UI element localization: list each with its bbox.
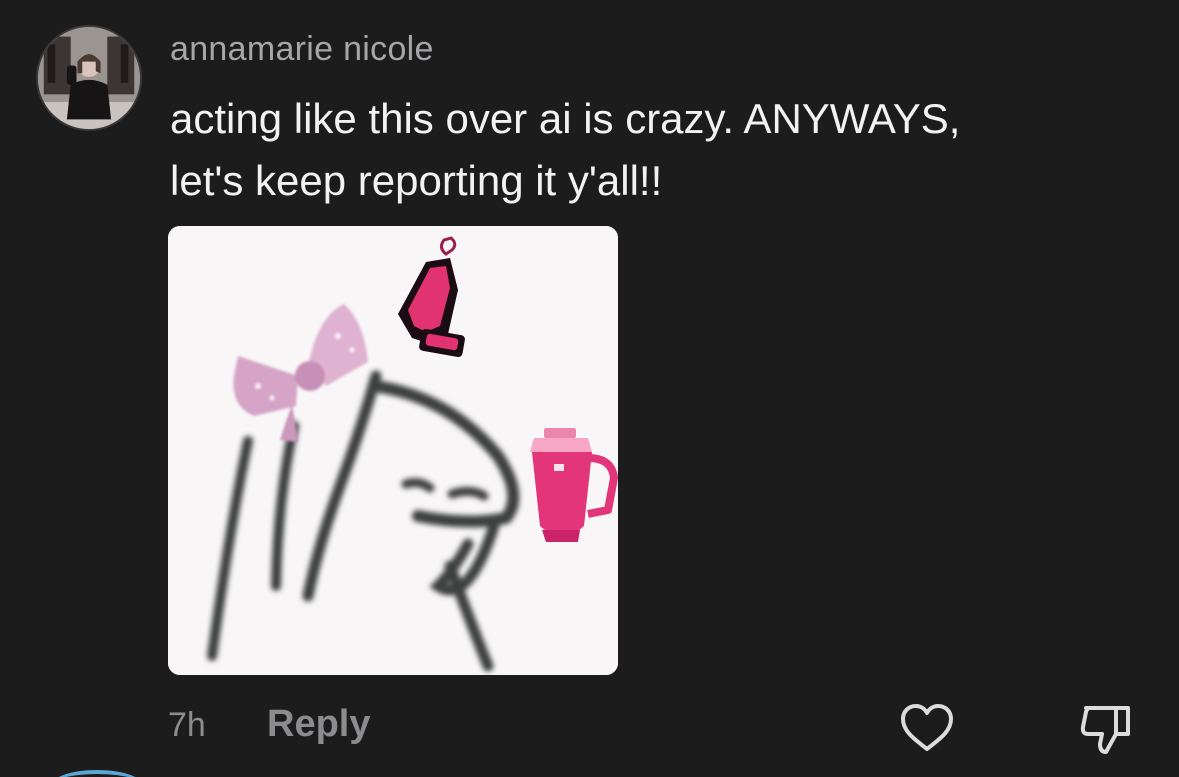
avatar[interactable] <box>36 25 142 131</box>
thumbs-down-icon <box>1080 706 1130 754</box>
comment-timestamp: 7h <box>168 706 206 744</box>
like-button[interactable] <box>898 702 956 754</box>
comment-text: acting like this over ai is crazy. ANYWA… <box>170 95 961 204</box>
heart-icon <box>901 704 953 751</box>
comment-username[interactable]: annamarie nicole <box>170 30 434 69</box>
avatar-image <box>38 27 140 129</box>
attachment-sticker <box>168 226 618 675</box>
next-comment-avatar-peek <box>52 770 142 777</box>
comment-attachment-image[interactable] <box>168 226 618 675</box>
dislike-button[interactable] <box>1076 700 1136 756</box>
comment-item: annamarie nicole acting like this over a… <box>0 0 1179 777</box>
reply-button[interactable]: Reply <box>267 703 370 746</box>
